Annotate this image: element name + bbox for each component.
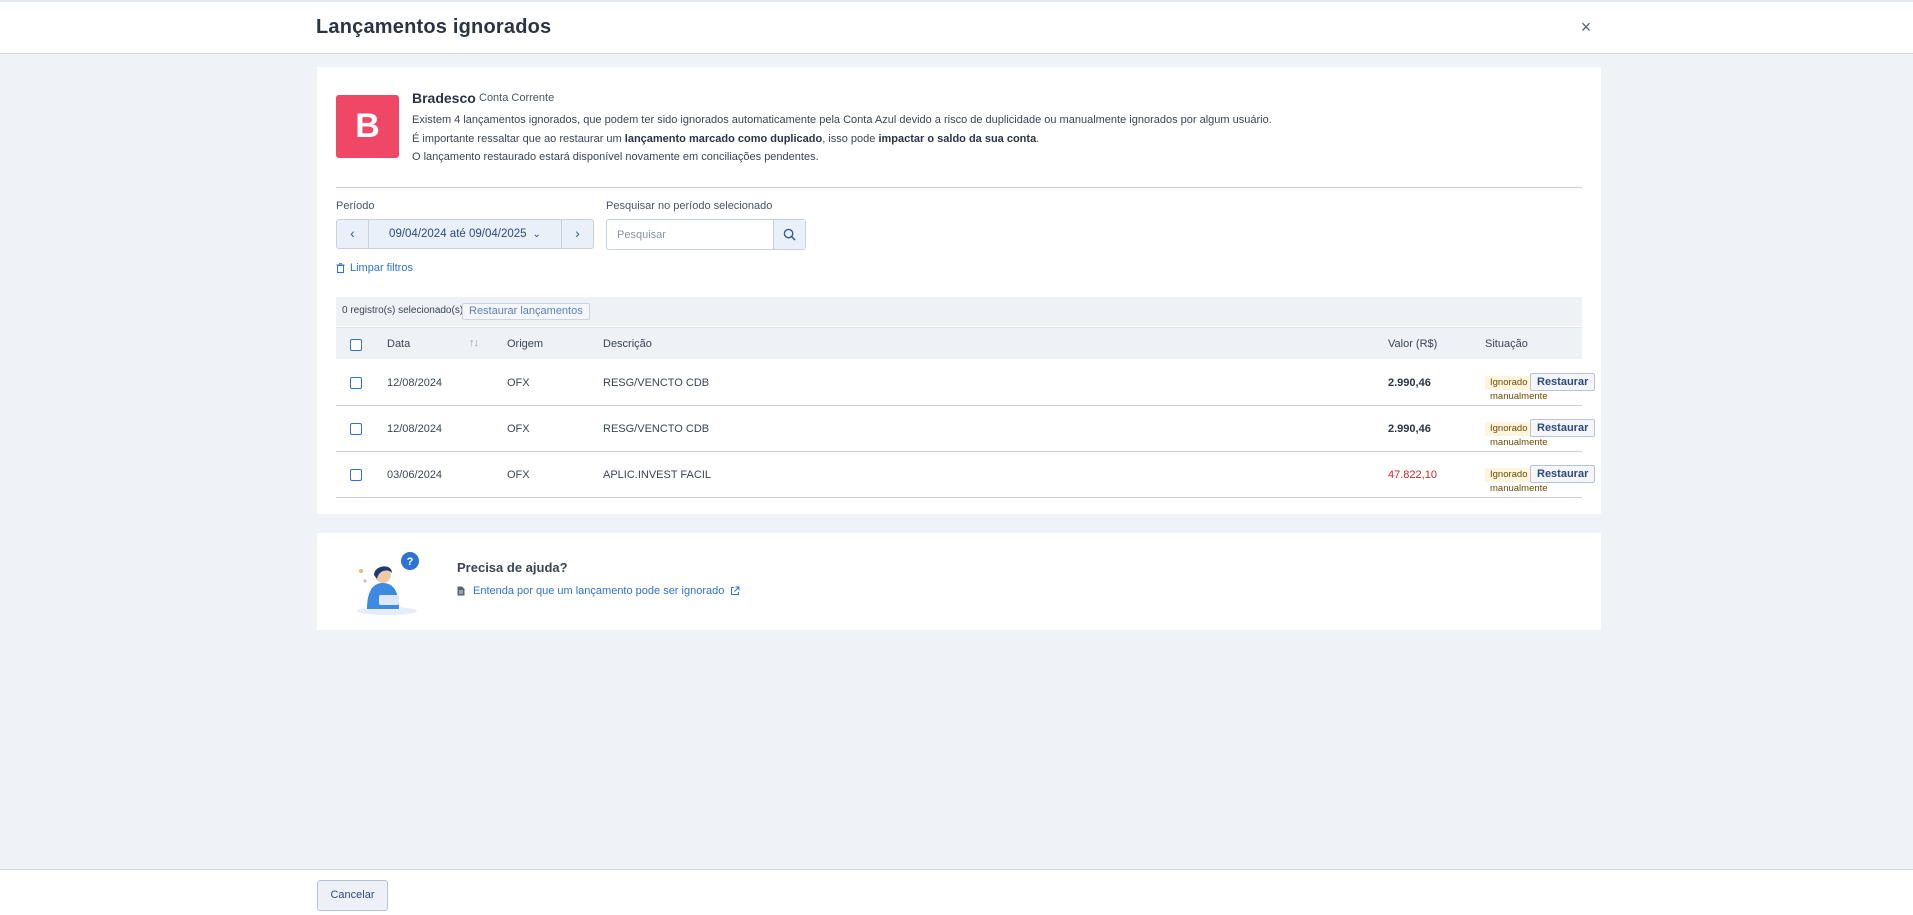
- period-selector: ‹ 09/04/2024 até 09/04/2025 ⌄ ›: [336, 219, 594, 249]
- modal-header: Lançamentos ignorados ×: [0, 0, 1913, 54]
- search-label: Pesquisar no período selecionado: [606, 200, 773, 212]
- table-row: 12/08/2024 OFX RESG/VENCTO CDB 2.990,46 …: [336, 360, 1596, 406]
- help-link-text: Entenda por que um lançamento pode ser i…: [473, 585, 725, 597]
- search-button[interactable]: [773, 220, 805, 249]
- svg-text:?: ?: [407, 556, 414, 568]
- selected-count: 0 registro(s) selecionado(s): [342, 305, 464, 316]
- bulk-action-bar: 0 registro(s) selecionado(s) Restaurar l…: [336, 297, 1582, 326]
- column-origin: Origem: [507, 338, 544, 350]
- bank-logo: B: [336, 95, 399, 158]
- search-input[interactable]: [607, 220, 773, 249]
- row-description: RESG/VENCTO CDB: [603, 377, 710, 389]
- row-checkbox[interactable]: [350, 377, 362, 389]
- clear-filters-label: Limpar filtros: [350, 262, 413, 274]
- cancel-button[interactable]: Cancelar: [317, 880, 388, 911]
- period-label: Período: [336, 200, 375, 212]
- table-row: 12/08/2024 OFX RESG/VENCTO CDB 2.990,46 …: [336, 406, 1596, 452]
- info-text-bold: impactar o saldo da sua conta: [878, 133, 1037, 145]
- ignored-entries-card: B Bradesco Conta Corrente Existem 4 lanç…: [317, 67, 1601, 514]
- restore-button[interactable]: Restaurar: [1530, 373, 1596, 391]
- chevron-down-icon: ⌄: [532, 229, 541, 240]
- page-title: Lançamentos ignorados: [316, 16, 552, 38]
- info-text-line1: Existem 4 lançamentos ignorados, que pod…: [412, 114, 1272, 126]
- sort-icon[interactable]: ↑↓: [469, 337, 479, 349]
- row-checkbox[interactable]: [350, 469, 362, 481]
- trash-icon: [336, 263, 345, 273]
- row-value: 47.822,10: [1388, 469, 1437, 481]
- restore-button[interactable]: Restaurar: [1530, 465, 1596, 483]
- row-description: APLIC.INVEST FACIL: [603, 469, 712, 481]
- chevron-right-icon[interactable]: ›: [561, 220, 593, 248]
- divider: [336, 187, 1582, 188]
- row-value: 2.990,46: [1388, 377, 1431, 389]
- close-icon[interactable]: ×: [1575, 16, 1597, 38]
- table-row: 03/06/2024 OFX APLIC.INVEST FACIL 47.822…: [336, 452, 1596, 498]
- document-icon: [457, 586, 465, 596]
- row-date: 12/08/2024: [387, 423, 443, 435]
- chevron-left-icon[interactable]: ‹: [337, 220, 369, 248]
- row-origin: OFX: [507, 469, 530, 481]
- column-description: Descrição: [603, 338, 652, 350]
- clear-filters-link[interactable]: Limpar filtros: [336, 262, 413, 274]
- help-illustration: ?: [357, 552, 419, 615]
- info-text-segment: , isso pode: [822, 133, 879, 145]
- select-all-checkbox[interactable]: [350, 339, 362, 351]
- period-range-text: 09/04/2024 até 09/04/2025: [389, 228, 527, 240]
- row-description: RESG/VENCTO CDB: [603, 423, 710, 435]
- info-text-segment: É importante ressaltar que ao restaurar …: [412, 133, 625, 145]
- row-origin: OFX: [507, 423, 530, 435]
- info-text-segment: .: [1036, 133, 1040, 145]
- help-title: Precisa de ajuda?: [457, 560, 568, 575]
- row-value: 2.990,46: [1388, 423, 1431, 435]
- column-date: Data: [387, 338, 411, 350]
- row-date: 12/08/2024: [387, 377, 443, 389]
- modal-footer: Cancelar: [0, 869, 1913, 915]
- restore-all-button[interactable]: Restaurar lançamentos: [462, 303, 590, 320]
- help-card: ? Precisa de ajuda? Entenda por que um l…: [317, 533, 1601, 630]
- info-text-line2: É importante ressaltar que ao restaurar …: [412, 133, 1039, 145]
- external-link-icon: [731, 586, 740, 595]
- row-checkbox[interactable]: [350, 423, 362, 435]
- info-text-bold: lançamento marcado como duplicado: [624, 133, 823, 145]
- period-range-dropdown[interactable]: 09/04/2024 até 09/04/2025 ⌄: [369, 220, 561, 248]
- search-icon: [783, 228, 796, 241]
- account-type: Conta Corrente: [479, 92, 555, 104]
- row-origin: OFX: [507, 377, 530, 389]
- column-status: Situação: [1485, 338, 1528, 350]
- help-article-link[interactable]: Entenda por que um lançamento pode ser i…: [457, 585, 740, 597]
- restore-button[interactable]: Restaurar: [1530, 419, 1596, 437]
- column-value: Valor (R$): [1388, 338, 1438, 350]
- search-box: [606, 219, 806, 250]
- table-header: Data ↑↓ Origem Descrição Valor (R$) Situ…: [336, 327, 1582, 359]
- row-date: 03/06/2024: [387, 469, 443, 481]
- bank-name: Bradesco: [412, 90, 476, 106]
- info-text-line3: O lançamento restaurado estará disponíve…: [412, 151, 819, 163]
